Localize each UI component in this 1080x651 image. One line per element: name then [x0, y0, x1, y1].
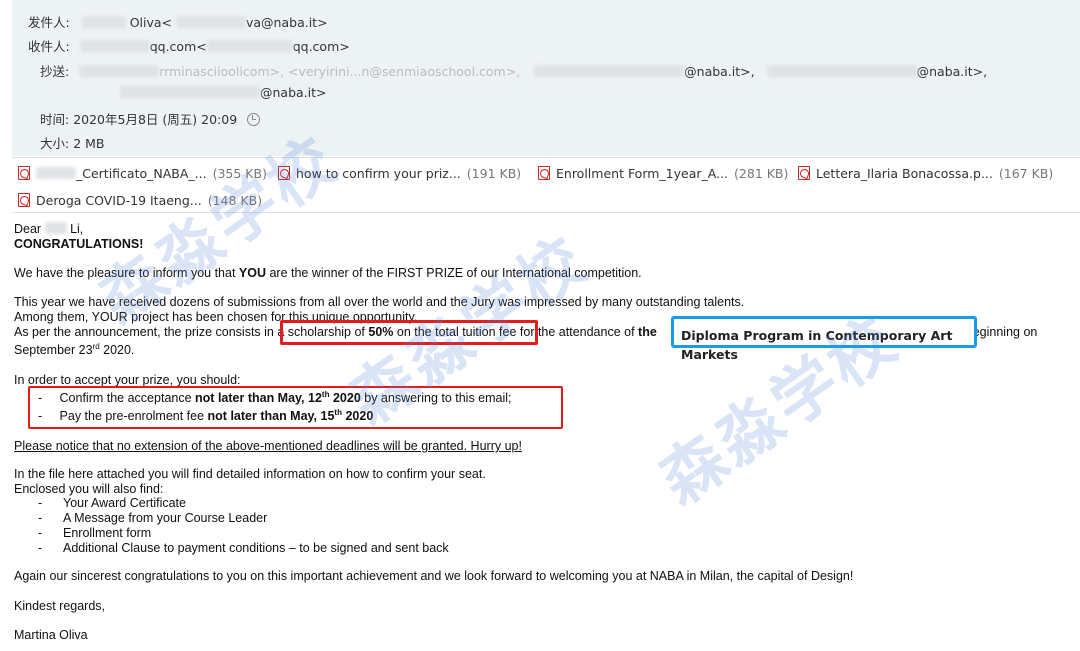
- paragraph-4-line-1: In the file here attached you will find …: [14, 467, 486, 481]
- highlight-deadlines-box: [28, 386, 563, 429]
- paragraph-4-line-2: Enclosed you will also find:: [14, 482, 164, 496]
- cc-row-2: @naba.it>: [120, 85, 327, 100]
- redacted-block: [176, 16, 246, 28]
- attachment-item[interactable]: how to confirm your priz... (191 KB): [278, 166, 521, 181]
- enclosure-item: - Enrollment form: [38, 526, 152, 540]
- program-name: Diploma Program in Contemporary Art Mark…: [681, 328, 953, 362]
- paragraph-3: In order to accept your prize, you shoul…: [14, 373, 241, 387]
- from-email[interactable]: va@naba.it>: [246, 15, 328, 30]
- paragraph-1: We have the pleasure to inform you that …: [14, 266, 642, 280]
- greeting: Dear Li,: [14, 222, 84, 236]
- time-value: 2020年5月8日 (周五) 20:09: [73, 112, 238, 127]
- redacted-block: [766, 65, 917, 77]
- size-value: 2 MB: [73, 136, 105, 151]
- redacted-block: [534, 65, 685, 77]
- history-icon[interactable]: [247, 113, 261, 126]
- attachment-item[interactable]: Deroga COVID-19 Itaeng... (148 KB): [18, 193, 262, 208]
- redacted-block: [79, 40, 150, 52]
- cc-email-1[interactable]: rrminasciioolicom>, <veryirini...n@senmi…: [159, 64, 520, 79]
- signature: Martina Oliva: [14, 628, 88, 642]
- pdf-icon: [18, 166, 30, 180]
- pdf-icon: [798, 166, 810, 180]
- redacted-block: [36, 167, 76, 179]
- deadline-notice: Please notice that no extension of the a…: [14, 439, 522, 453]
- enclosure-item: - Your Award Certificate: [38, 496, 186, 510]
- attachment-item[interactable]: _Certificato_NABA_... (355 KB): [18, 166, 267, 181]
- enclosure-item: - A Message from your Course Leader: [38, 511, 268, 525]
- enclosure-item: - Additional Clause to payment condition…: [38, 541, 449, 555]
- to-email-2[interactable]: qq.com>: [293, 39, 350, 54]
- from-name[interactable]: Oliva: [130, 15, 162, 30]
- paragraph-2-line-4: September 23rd 2020.: [14, 342, 135, 358]
- pdf-icon: [278, 166, 290, 180]
- redacted-block: [44, 222, 67, 234]
- highlight-program-box: Diploma Program in Contemporary Art Mark…: [671, 316, 977, 362]
- from-row: 发件人: Oliva< va@naba.it>: [28, 15, 328, 30]
- to-email-1[interactable]: qq.com<: [150, 39, 207, 54]
- email-header: 发件人: Oliva< va@naba.it> 收件人: qq.com< qq.c…: [12, 0, 1080, 156]
- highlight-scholarship-box: [280, 320, 538, 345]
- paragraph-2-line-1: This year we have received dozens of sub…: [14, 295, 745, 309]
- attachment-item[interactable]: Lettera_Ilaria Bonacossa.p... (167 KB): [798, 166, 1053, 181]
- time-row: 时间: 2020年5月8日 (周五) 20:09: [40, 109, 261, 128]
- redacted-block: [120, 86, 260, 98]
- to-row: 收件人: qq.com< qq.com>: [28, 39, 350, 54]
- closing-paragraph: Again our sincerest congratulations to y…: [14, 569, 854, 583]
- pdf-icon: [18, 193, 30, 207]
- regards: Kindest regards,: [14, 599, 106, 613]
- congratulations-heading: CONGRATULATIONS!: [14, 237, 144, 251]
- cc-email-4[interactable]: @naba.it>: [260, 85, 327, 100]
- cc-row: 抄送: rrminasciioolicom>, <veryirini...n@s…: [40, 64, 988, 79]
- attachment-bar: _Certificato_NABA_... (355 KB) how to con…: [12, 157, 1080, 213]
- attachment-item[interactable]: Enrollment Form_1year_A... (281 KB): [538, 166, 788, 181]
- cc-email-3[interactable]: @naba.it>,: [917, 64, 987, 79]
- redacted-block: [81, 16, 126, 28]
- size-row: 大小: 2 MB: [40, 136, 105, 151]
- redacted-block: [79, 65, 160, 77]
- redacted-block: [206, 40, 293, 52]
- pdf-icon: [538, 166, 550, 180]
- cc-email-2[interactable]: @naba.it>,: [684, 64, 754, 79]
